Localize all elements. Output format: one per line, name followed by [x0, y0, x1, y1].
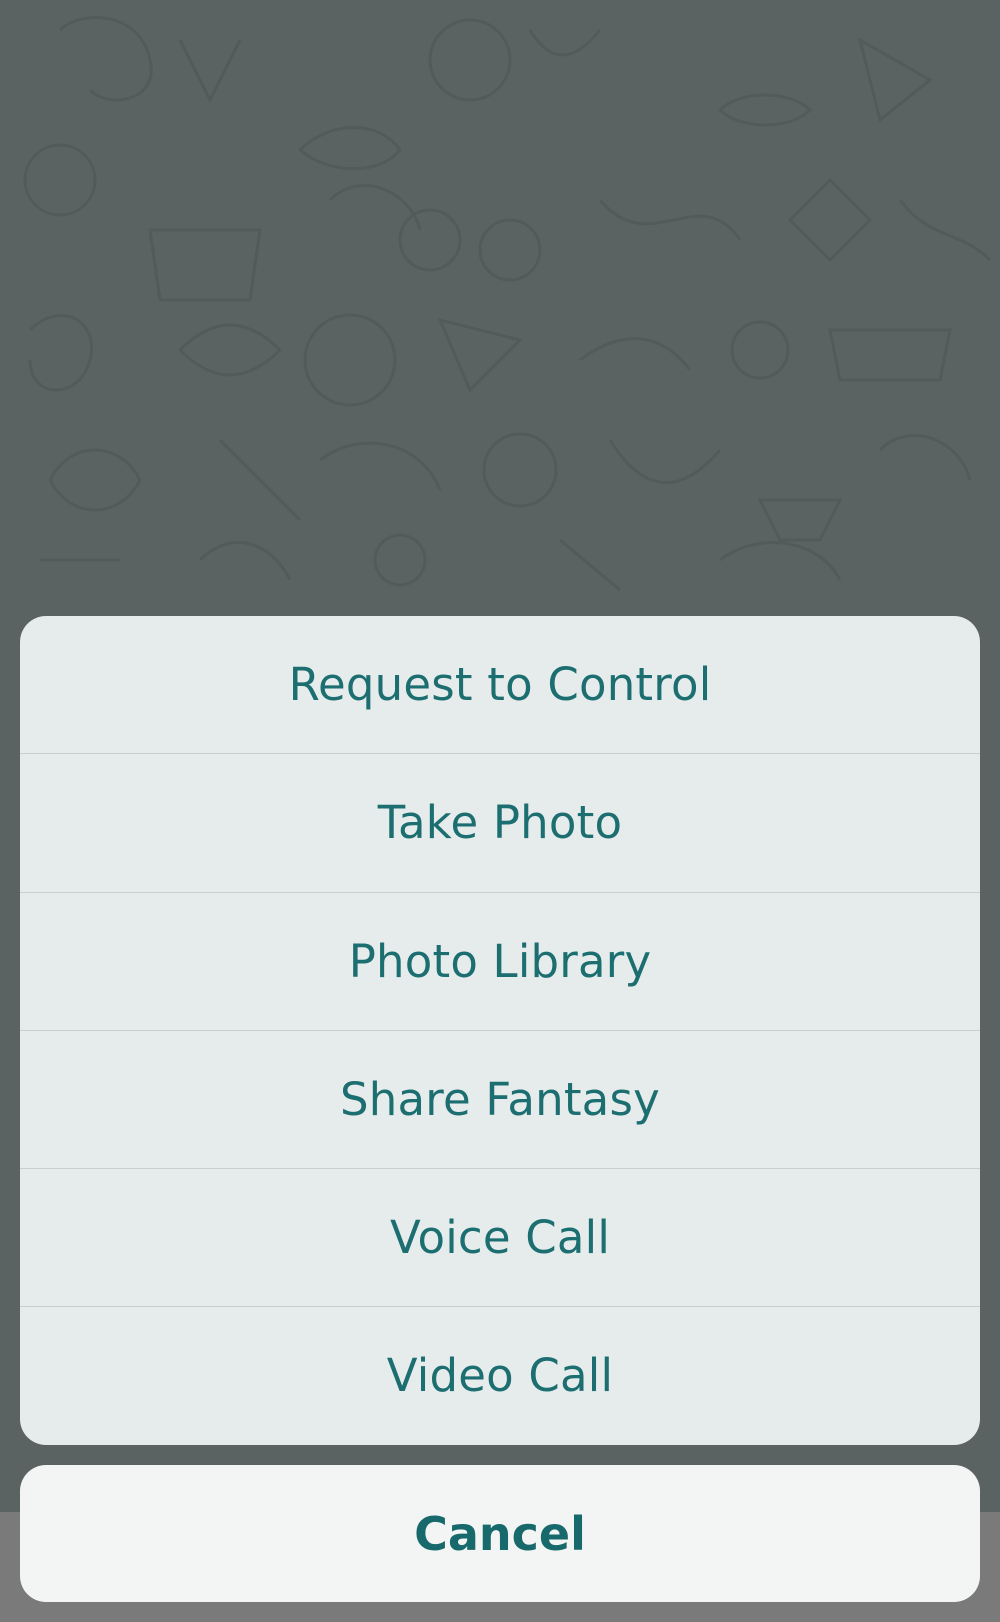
action-sheet: Request to Control Take Photo Photo Libr…	[20, 616, 980, 1445]
video-call-button[interactable]: Video Call	[20, 1306, 980, 1444]
photo-library-button[interactable]: Photo Library	[20, 892, 980, 1030]
request-to-control-button[interactable]: Request to Control	[20, 616, 980, 753]
share-fantasy-button[interactable]: Share Fantasy	[20, 1030, 980, 1168]
take-photo-button[interactable]: Take Photo	[20, 753, 980, 891]
voice-call-button[interactable]: Voice Call	[20, 1168, 980, 1306]
cancel-button[interactable]: Cancel	[20, 1465, 980, 1602]
